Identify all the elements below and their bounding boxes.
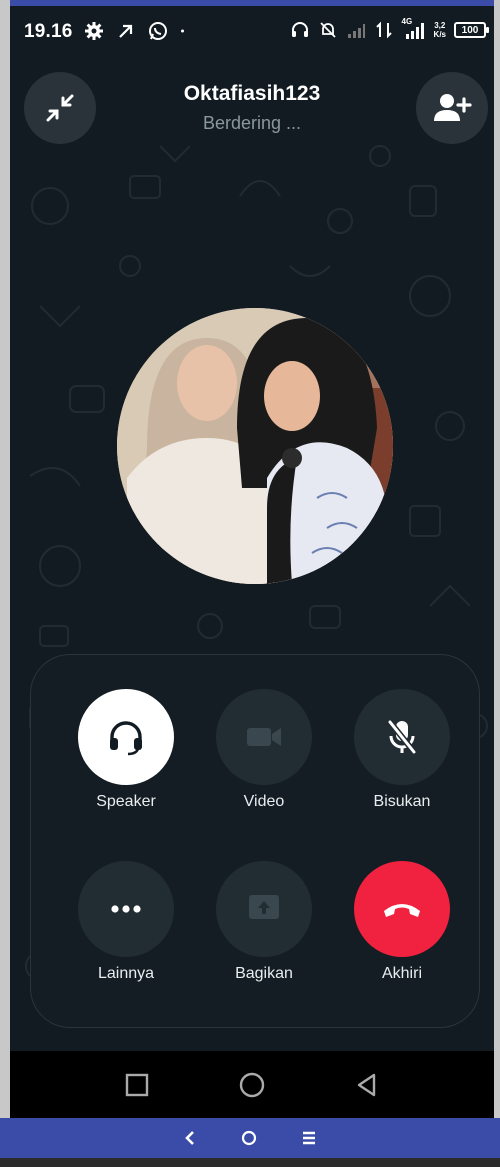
- dot-icon: [181, 29, 184, 33]
- more-control: Lainnya: [56, 861, 196, 1011]
- more-button[interactable]: [78, 861, 174, 957]
- call-screen: 19.16 4G 3,2 K/s 100 Oktafiasih123 Berde…: [10, 6, 494, 1118]
- battery-icon: 100: [454, 22, 489, 38]
- video-label: Video: [243, 793, 285, 810]
- home-icon[interactable]: [238, 1071, 266, 1099]
- signal-icon: [347, 24, 365, 38]
- headphones-icon: [110, 721, 142, 756]
- share-button[interactable]: [216, 861, 312, 957]
- host-home-icon[interactable]: [240, 1129, 258, 1147]
- frame-left: [0, 0, 10, 1120]
- status-bar: 19.16 4G 3,2 K/s 100: [10, 6, 494, 58]
- speaker-control: Speaker: [56, 689, 196, 839]
- status-time: 19.16: [24, 21, 73, 42]
- share-screen-icon: [249, 895, 279, 919]
- host-menu-icon[interactable]: [300, 1129, 318, 1147]
- speaker-label: Speaker: [96, 793, 156, 810]
- add-person-icon: [434, 94, 472, 121]
- frame-right: [494, 0, 500, 1120]
- status-right-icons: 4G 3,2 K/s 100: [290, 17, 489, 40]
- more-dots-icon: [111, 905, 141, 913]
- gear-icon: [85, 22, 103, 40]
- mic-off-icon: [387, 720, 417, 754]
- end-call-control: Akhiri: [332, 861, 472, 1011]
- recents-icon[interactable]: [124, 1072, 150, 1098]
- more-label: Lainnya: [97, 965, 155, 982]
- share-control: Bagikan: [194, 861, 334, 1011]
- signal-4g-icon: 4G: [402, 17, 426, 40]
- headset-icon: [291, 22, 308, 37]
- back-icon[interactable]: [354, 1072, 380, 1098]
- end-call-button[interactable]: [354, 861, 450, 957]
- bottom-strip: [0, 1158, 500, 1167]
- net-speed: 3,2 K/s: [434, 21, 446, 39]
- speaker-button[interactable]: [78, 689, 174, 785]
- host-back-icon[interactable]: [182, 1129, 198, 1147]
- net-speed-unit: K/s: [433, 30, 446, 39]
- whatsapp-icon: [149, 22, 167, 40]
- video-camera-icon: [247, 728, 281, 746]
- mute-button[interactable]: [354, 689, 450, 785]
- arrow-icon: [119, 24, 133, 38]
- end-call-icon: [384, 904, 420, 917]
- share-label: Bagikan: [235, 965, 293, 982]
- status-left-icons: [84, 21, 190, 41]
- mute-control: Bisukan: [332, 689, 472, 839]
- caller-avatar: [117, 308, 393, 584]
- video-control: Video: [194, 689, 334, 839]
- mute-label: Bisukan: [373, 793, 431, 810]
- muted-bell-icon: [319, 22, 336, 38]
- battery-level: 100: [461, 24, 479, 36]
- android-nav-bar: [10, 1051, 494, 1118]
- end-call-label: Akhiri: [381, 965, 422, 982]
- net-speed-value: 3,2: [434, 21, 446, 30]
- data-arrows-icon: [375, 21, 392, 39]
- add-participant-button[interactable]: [416, 72, 488, 144]
- host-nav-bar: [0, 1118, 500, 1158]
- call-controls-panel: Speaker Video Bisukan Lainnya Bagikan Ak…: [30, 654, 480, 1028]
- video-button[interactable]: [216, 689, 312, 785]
